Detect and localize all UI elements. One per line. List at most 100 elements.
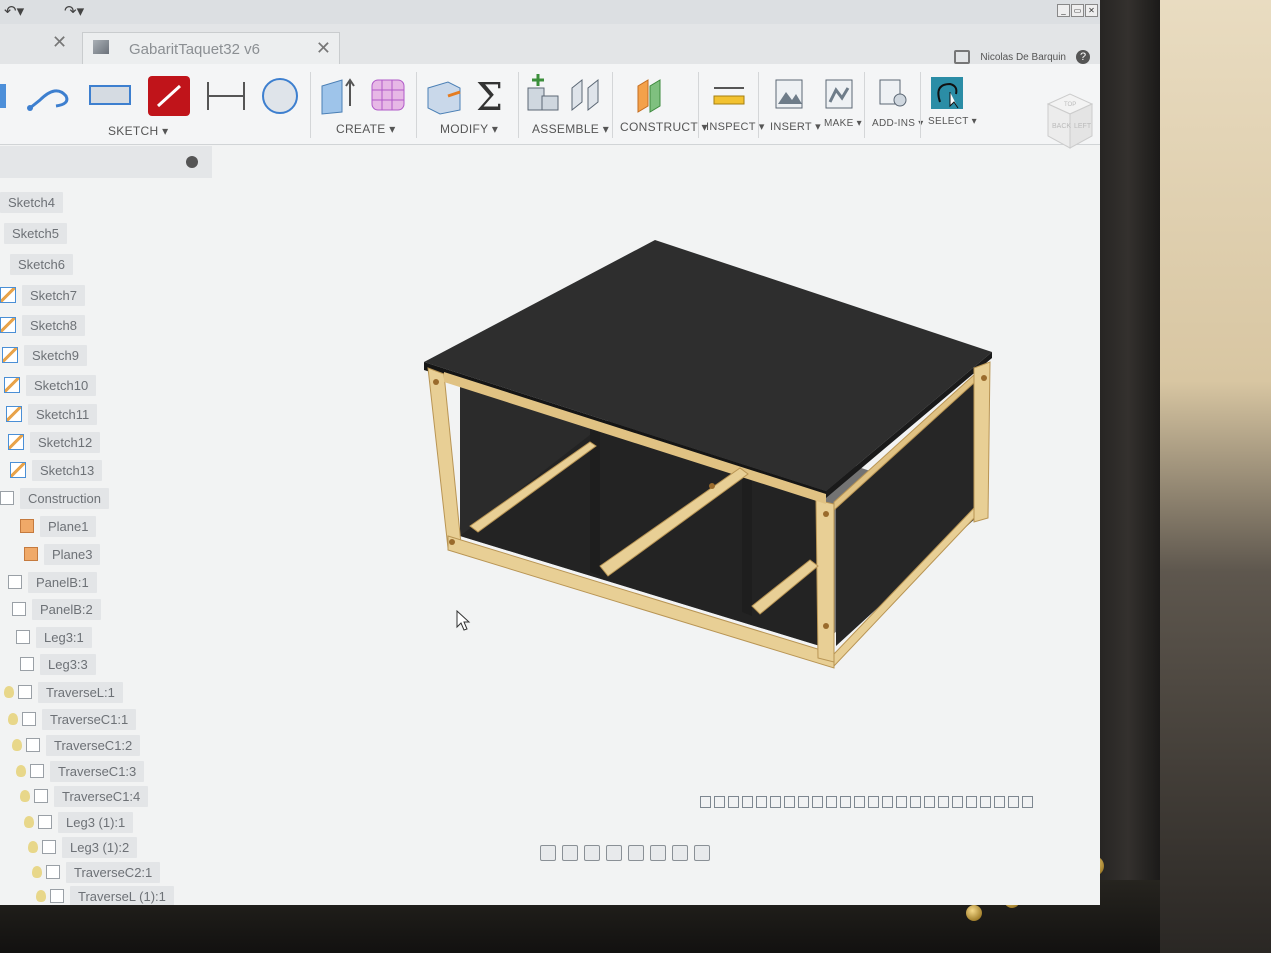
fit-icon[interactable] <box>628 845 644 861</box>
maximize-icon[interactable]: ▭ <box>1071 4 1084 17</box>
3d-print-icon[interactable] <box>824 78 856 112</box>
group-inspect-label[interactable]: INSPECT ▾ <box>706 120 765 133</box>
separator <box>864 72 865 138</box>
separator <box>518 72 519 138</box>
minimize-icon[interactable]: _ <box>1057 4 1070 17</box>
separator <box>920 72 921 138</box>
design-icon <box>93 40 109 54</box>
group-modify-label[interactable]: MODIFY ▾ <box>440 122 498 136</box>
document-tab[interactable]: GabaritTaquet32 v6 ✕ <box>82 32 340 65</box>
timeline-feature-icon[interactable] <box>714 796 725 808</box>
redo-icon[interactable]: ↷▾ <box>64 2 84 20</box>
timeline-feature-icon[interactable] <box>700 796 711 808</box>
timeline-feature-icon[interactable] <box>798 796 809 808</box>
group-make-label[interactable]: MAKE ▾ <box>824 118 862 129</box>
timeline-feature-icon[interactable] <box>784 796 795 808</box>
group-create-label[interactable]: CREATE ▾ <box>336 122 396 136</box>
group-assemble-label[interactable]: ASSEMBLE ▾ <box>532 122 609 136</box>
mouse-pointer-icon <box>456 610 471 631</box>
timeline-feature-icon[interactable] <box>742 796 753 808</box>
new-component-icon[interactable] <box>524 74 564 114</box>
timeline-feature-icon[interactable] <box>728 796 739 808</box>
timeline-feature-icon[interactable] <box>938 796 949 808</box>
group-select-label[interactable]: SELECT ▾ <box>928 116 977 127</box>
timeline-feature-icon[interactable] <box>826 796 837 808</box>
look-at-icon[interactable] <box>562 845 578 861</box>
front-right-leg <box>815 499 835 663</box>
user-name[interactable]: Nicolas De Barquin <box>980 52 1066 63</box>
undo-icon[interactable]: ↶▾ <box>4 2 24 20</box>
zoom-icon[interactable] <box>606 845 622 861</box>
timeline-feature-icon[interactable] <box>1008 796 1019 808</box>
timeline <box>700 790 1080 814</box>
select-icon[interactable] <box>930 76 964 112</box>
timeline-feature-icon[interactable] <box>812 796 823 808</box>
extrude-icon[interactable] <box>318 76 362 116</box>
ribbon-toolbar: SKETCH ▾ CREATE ▾ Σ MODIFY ▾ ASSEMBLE ▾ … <box>0 64 1100 145</box>
separator <box>758 72 759 138</box>
group-addins-label[interactable]: ADD-INS ▾ <box>872 118 924 129</box>
viewcube-face-left[interactable]: LEFT <box>1074 123 1092 130</box>
timeline-feature-icon[interactable] <box>1022 796 1033 808</box>
dimension-icon[interactable] <box>204 80 248 112</box>
separator <box>698 72 699 138</box>
separator <box>416 72 417 138</box>
timeline-feature-icon[interactable] <box>910 796 921 808</box>
tab-bar: ✕ GabaritTaquet32 v6 ✕ Nicolas De Barqui… <box>0 24 1100 65</box>
group-construct-label[interactable]: CONSTRUCT ▾ <box>620 120 708 134</box>
user-area: Nicolas De Barquin ? <box>954 50 1090 64</box>
screw-icon <box>823 511 829 517</box>
circle-icon[interactable] <box>260 76 300 116</box>
title-bar: ↶▾ ↷▾ _ ▭ ✕ <box>0 0 1100 25</box>
form-icon[interactable] <box>368 76 410 118</box>
timeline-feature-icon[interactable] <box>924 796 935 808</box>
insert-image-icon[interactable] <box>774 78 806 112</box>
parameters-icon[interactable]: Σ <box>472 74 508 118</box>
rectangle-icon[interactable] <box>88 82 134 110</box>
offset-plane-icon[interactable] <box>632 76 672 116</box>
timeline-feature-icon[interactable] <box>756 796 767 808</box>
separator <box>310 72 311 138</box>
group-insert-label[interactable]: INSERT ▾ <box>770 120 821 133</box>
close-icon[interactable]: ✕ <box>52 32 67 53</box>
close-icon[interactable]: ✕ <box>1085 4 1098 17</box>
timeline-feature-icon[interactable] <box>952 796 963 808</box>
measure-icon[interactable] <box>712 82 748 112</box>
help-icon[interactable]: ? <box>1076 50 1090 64</box>
comment-icon[interactable] <box>954 50 971 64</box>
viewcube-face-back[interactable]: BACK <box>1052 123 1071 130</box>
group-sketch-label[interactable]: SKETCH ▾ <box>108 124 168 138</box>
grid-settings-icon[interactable] <box>672 845 688 861</box>
timeline-feature-icon[interactable] <box>770 796 781 808</box>
sketch-dimension-icon[interactable] <box>0 76 12 116</box>
timeline-feature-icon[interactable] <box>966 796 977 808</box>
viewcube-face-top[interactable]: TOP <box>1064 102 1076 108</box>
separator <box>612 72 613 138</box>
timeline-feature-icon[interactable] <box>840 796 851 808</box>
app-window: ↶▾ ↷▾ _ ▭ ✕ ✕ GabaritTaquet32 v6 ✕ Nicol… <box>0 0 1100 905</box>
press-pull-icon[interactable] <box>424 76 464 116</box>
viewports-icon[interactable] <box>694 845 710 861</box>
window-controls: _ ▭ ✕ <box>1057 4 1098 17</box>
joint-icon[interactable] <box>568 76 604 116</box>
pan-icon[interactable] <box>584 845 600 861</box>
screw-icon <box>433 379 439 385</box>
close-icon[interactable]: ✕ <box>316 38 331 59</box>
display-settings-icon[interactable] <box>650 845 666 861</box>
stop-sketch-icon[interactable] <box>146 74 192 118</box>
screw-icon <box>449 539 455 545</box>
timeline-feature-icon[interactable] <box>896 796 907 808</box>
timeline-feature-icon[interactable] <box>882 796 893 808</box>
right-back-leg <box>973 361 991 523</box>
navigation-bar <box>540 840 710 866</box>
orbit-icon[interactable] <box>540 845 556 861</box>
view-cube[interactable]: BACK LEFT TOP <box>1040 88 1100 158</box>
front-left-leg <box>427 367 463 555</box>
spline-icon[interactable] <box>26 78 74 114</box>
scripts-icon[interactable] <box>878 78 908 110</box>
document-tab-label: GabaritTaquet32 v6 <box>129 41 260 58</box>
timeline-feature-icon[interactable] <box>980 796 991 808</box>
timeline-feature-icon[interactable] <box>994 796 1005 808</box>
timeline-feature-icon[interactable] <box>868 796 879 808</box>
timeline-feature-icon[interactable] <box>854 796 865 808</box>
